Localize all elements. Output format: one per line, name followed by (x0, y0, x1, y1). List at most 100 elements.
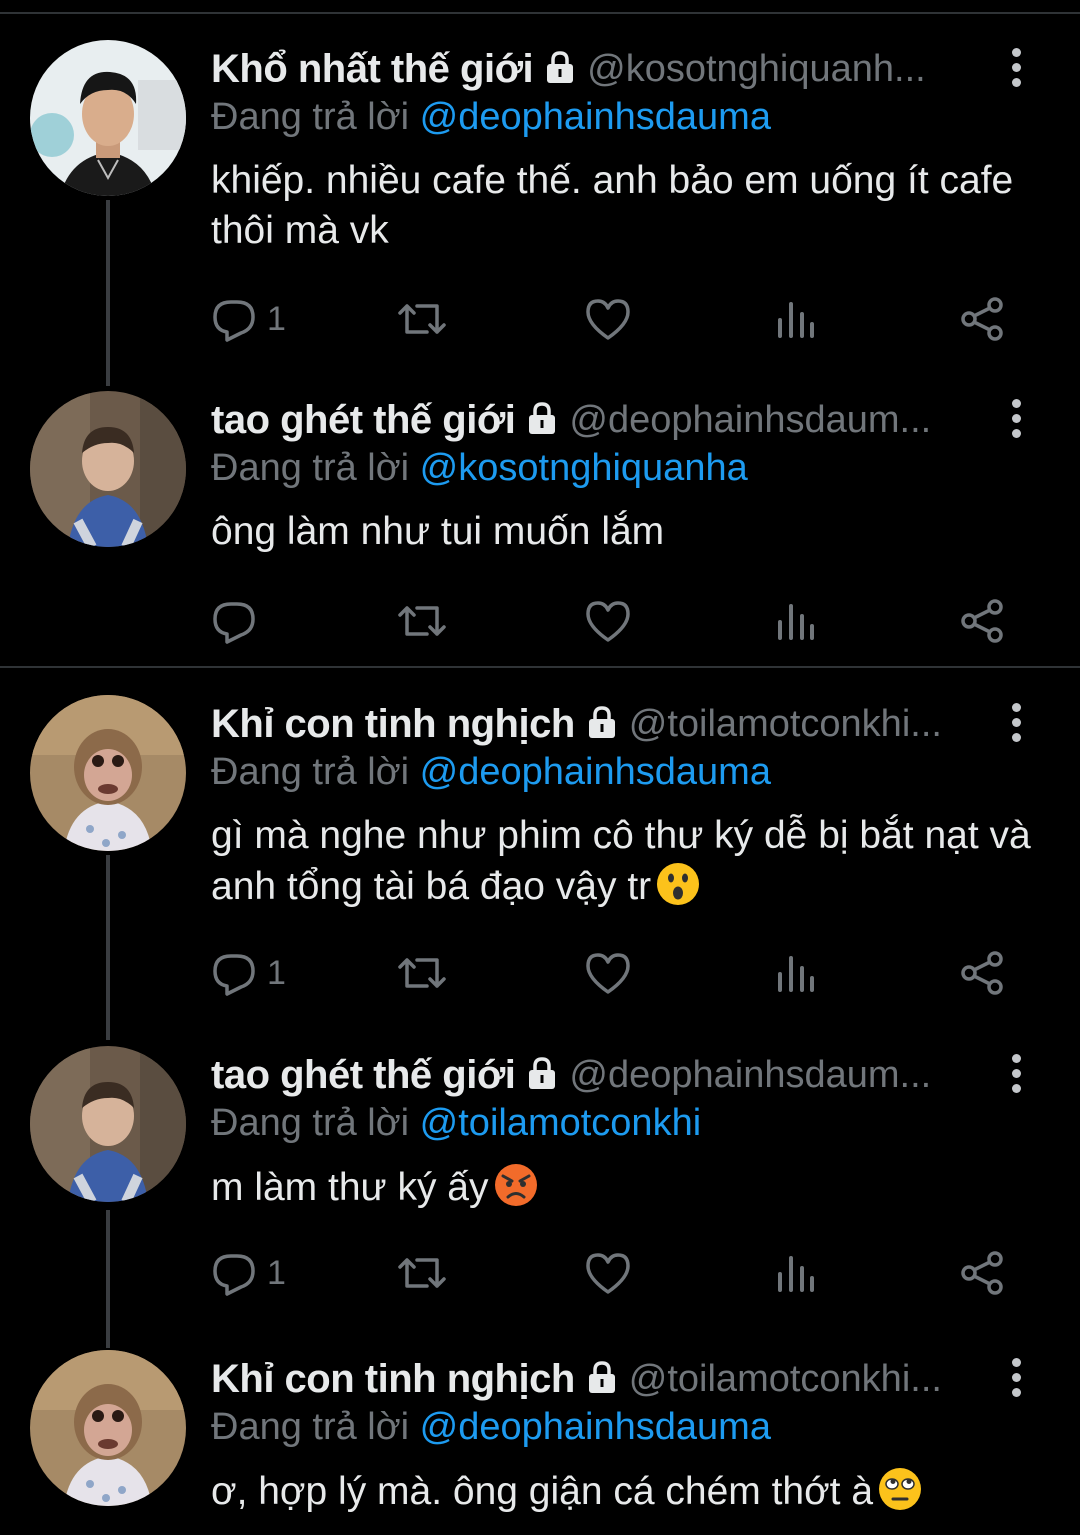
display-name[interactable]: tao ghét thế giới (211, 1053, 516, 1098)
user-handle[interactable]: @deophainhsdaum... (569, 1054, 931, 1097)
display-name[interactable]: tao ghét thế giới (211, 398, 516, 443)
like-button[interactable] (584, 948, 632, 998)
angry-face-icon (494, 1164, 537, 1206)
like-icon (586, 299, 630, 340)
more-icon[interactable] (1006, 399, 1026, 439)
like-icon (586, 601, 630, 642)
child-avatar (30, 1046, 186, 1202)
tweet[interactable]: Khỉ con tinh nghịch @toilamotconkhi... Đ… (0, 1350, 1080, 1535)
tweet-header: tao ghét thế giới @deophainhsdaum... (211, 395, 981, 445)
reply-icon (213, 602, 255, 644)
mention-link[interactable]: @deophainhsdauma (420, 96, 771, 138)
user-handle[interactable]: @kosotnghiquanh... (587, 48, 926, 91)
reply-icon (213, 1254, 255, 1296)
reply-button[interactable] (211, 596, 267, 646)
share-icon (961, 297, 1003, 341)
reply-button[interactable]: 1 (211, 948, 286, 998)
like-button[interactable] (584, 596, 632, 646)
mention-link[interactable]: @kosotnghiquanha (420, 447, 748, 489)
tweet[interactable]: Khổ nhất thế giới @kosotnghiquanh... Đan… (0, 40, 1080, 360)
conversation-divider (0, 666, 1080, 668)
display-name[interactable]: Khổ nhất thế giới (211, 47, 534, 92)
mention-link[interactable]: @toilamotconkhi (420, 1102, 701, 1144)
display-name[interactable]: Khỉ con tinh nghịch (211, 1357, 575, 1402)
display-name[interactable]: Khỉ con tinh nghịch (211, 702, 575, 747)
monkey-avatar (30, 695, 186, 851)
replying-label: Đang trả lời (211, 1406, 410, 1448)
lock-icon (543, 50, 577, 89)
tweet[interactable]: Khỉ con tinh nghịch @toilamotconkhi... Đ… (0, 695, 1080, 1015)
reply-button[interactable]: 1 (211, 294, 286, 344)
replying-label: Đang trả lời (211, 751, 410, 793)
retweet-button[interactable] (397, 596, 447, 646)
reply-count: 1 (267, 953, 286, 992)
lock-icon (525, 401, 559, 440)
more-icon[interactable] (1006, 1054, 1026, 1094)
user-handle[interactable]: @deophainhsdaum... (569, 399, 931, 442)
like-button[interactable] (584, 1248, 632, 1298)
action-bar: 1 (211, 1248, 1031, 1298)
lock-icon (585, 1360, 619, 1399)
tweet-text: khiếp. nhiều cafe thế. anh bảo em uống í… (211, 159, 1014, 252)
more-icon[interactable] (1006, 48, 1026, 88)
tweet-text-content: ơ, hợp lý mà. ông giận cá chém thớt à (211, 1470, 874, 1513)
share-button[interactable] (959, 294, 1005, 344)
lock-icon (585, 705, 619, 744)
avatar[interactable] (30, 1350, 186, 1506)
more-icon[interactable] (1006, 703, 1026, 743)
like-button[interactable] (584, 294, 632, 344)
replying-to: Đang trả lời @kosotnghiquanha (211, 447, 748, 490)
tweet-text-content: gì mà nghe như phim cô thư ký dễ bị bắt … (211, 814, 1031, 908)
views-icon (778, 604, 814, 640)
replying-to: Đang trả lời @toilamotconkhi (211, 1102, 701, 1145)
avatar[interactable] (30, 391, 186, 547)
mention-link[interactable]: @deophainhsdauma (420, 1406, 771, 1448)
tweet[interactable]: tao ghét thế giới @deophainhsdaum... Đan… (0, 1046, 1080, 1316)
share-button[interactable] (959, 1248, 1005, 1298)
share-icon (961, 599, 1003, 643)
mention-link[interactable]: @deophainhsdauma (420, 751, 771, 793)
action-bar: 1 (211, 948, 1031, 998)
retweet-button[interactable] (397, 1248, 447, 1298)
retweet-icon (398, 1258, 446, 1288)
replying-label: Đang trả lời (211, 1102, 410, 1144)
tweet-text-content: m làm thư ký ấy (211, 1166, 489, 1209)
replying-to: Đang trả lời @deophainhsdauma (211, 751, 771, 794)
reply-icon (213, 954, 255, 996)
retweet-button[interactable] (397, 948, 447, 998)
avatar[interactable] (30, 695, 186, 851)
views-icon (778, 1256, 814, 1292)
young-man-avatar (30, 40, 186, 196)
tweet-text: m làm thư ký ấy (211, 1162, 1051, 1213)
views-icon (778, 302, 814, 338)
reply-button[interactable]: 1 (211, 1248, 286, 1298)
user-handle[interactable]: @toilamotconkhi... (629, 1358, 942, 1401)
views-button[interactable] (776, 948, 816, 998)
views-button[interactable] (776, 294, 816, 344)
astonished-face-icon (657, 863, 700, 905)
views-icon (778, 956, 814, 992)
avatar[interactable] (30, 1046, 186, 1202)
share-button[interactable] (959, 948, 1005, 998)
replying-label: Đang trả lời (211, 447, 410, 489)
top-divider (0, 12, 1080, 14)
share-button[interactable] (959, 596, 1005, 646)
reply-icon (213, 300, 255, 342)
reply-count: 1 (267, 1253, 286, 1292)
tweet-header: tao ghét thế giới @deophainhsdaum... (211, 1050, 981, 1100)
like-icon (586, 1253, 630, 1294)
tweet-text: gì mà nghe như phim cô thư ký dễ bị bắt … (211, 811, 1051, 912)
avatar[interactable] (30, 40, 186, 196)
user-handle[interactable]: @toilamotconkhi... (629, 703, 942, 746)
share-icon (961, 951, 1003, 995)
views-button[interactable] (776, 1248, 816, 1298)
child-avatar (30, 391, 186, 547)
reply-count: 1 (267, 299, 286, 338)
eye-roll-face-icon (879, 1468, 922, 1510)
more-icon[interactable] (1006, 1358, 1026, 1398)
tweet[interactable]: tao ghét thế giới @deophainhsdaum... Đan… (0, 391, 1080, 661)
views-button[interactable] (776, 596, 816, 646)
replying-to: Đang trả lời @deophainhsdauma (211, 96, 771, 139)
tweet-header: Khỉ con tinh nghịch @toilamotconkhi... (211, 1354, 981, 1404)
retweet-button[interactable] (397, 294, 447, 344)
